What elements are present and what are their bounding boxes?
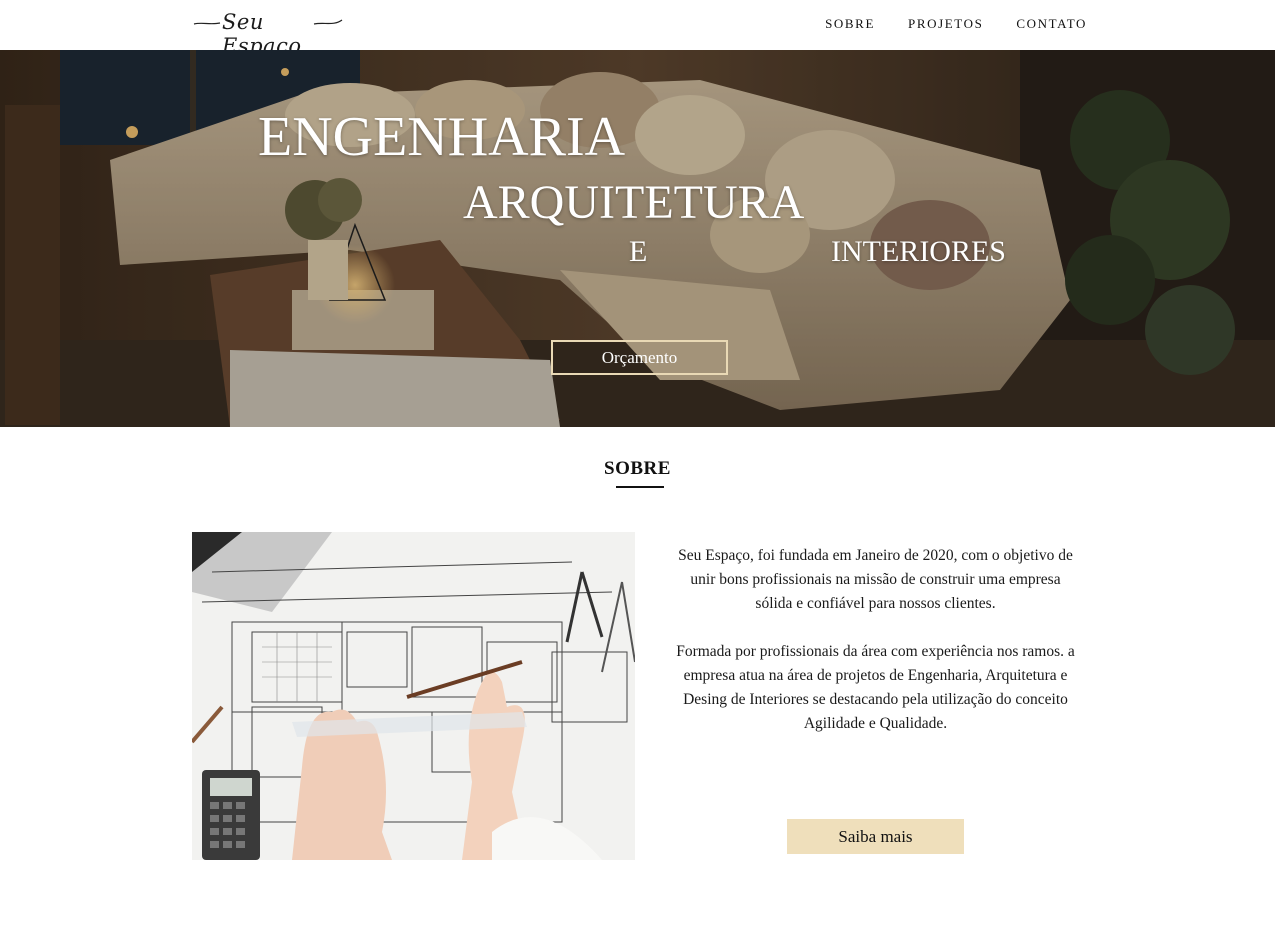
nav-contato[interactable]: CONTATO: [1016, 16, 1087, 32]
saiba-mais-button[interactable]: Saiba mais: [787, 819, 964, 854]
about-text: Seu Espaço, foi fundada em Janeiro de 20…: [674, 544, 1077, 760]
title-underline: [616, 486, 664, 488]
blueprint-illustration: [192, 532, 635, 860]
nav-sobre[interactable]: SOBRE: [825, 16, 875, 32]
orcamento-button[interactable]: Orçamento: [551, 340, 728, 375]
hero-heading-engenharia: ENGENHARIA: [258, 106, 626, 168]
about-paragraph-2: Formada por profissionais da área com ex…: [676, 643, 1075, 732]
site-header: Seu Espaço SOBRE PROJETOS CONTATO: [0, 0, 1275, 58]
hero-heading-interiores: INTERIORES: [831, 235, 1006, 268]
hero-heading-arquitetura: ARQUITETURA: [463, 176, 805, 229]
section-title-sobre: SOBRE: [604, 458, 671, 479]
hero-heading-e: E: [629, 235, 648, 268]
logo[interactable]: Seu Espaço: [192, 6, 344, 58]
main-nav: SOBRE PROJETOS CONTATO: [792, 16, 1087, 32]
about-paragraph-1: Seu Espaço, foi fundada em Janeiro de 20…: [678, 547, 1073, 612]
blueprint-drawing-photo: [192, 532, 635, 860]
nav-projetos[interactable]: PROJETOS: [908, 16, 983, 32]
hero-banner: ENGENHARIA ARQUITETURA E INTERIORES Orça…: [0, 50, 1275, 427]
